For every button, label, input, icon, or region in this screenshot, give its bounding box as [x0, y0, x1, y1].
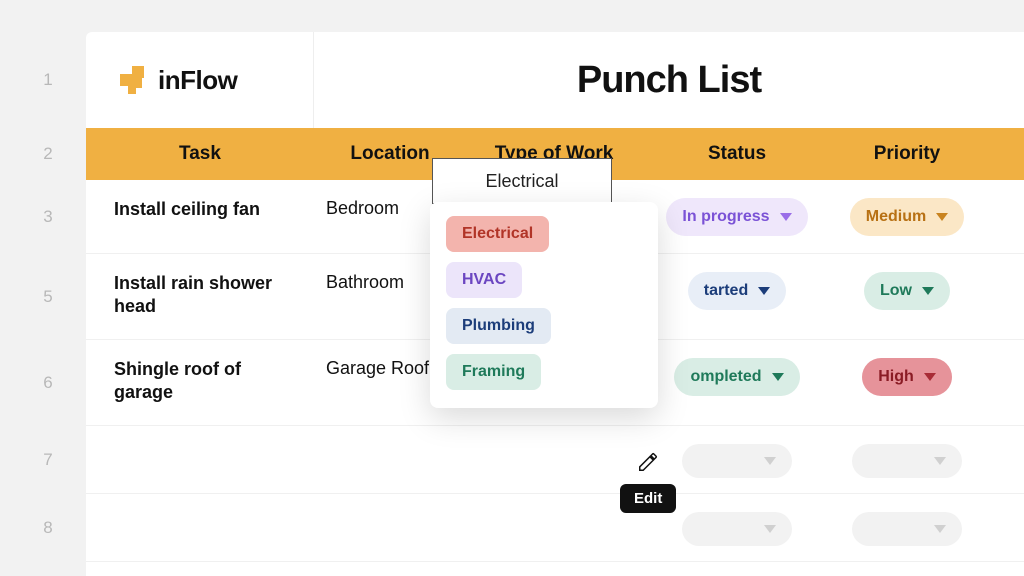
edit-button[interactable]	[628, 446, 668, 478]
priority-pill[interactable]: Medium	[850, 198, 964, 236]
priority-cell[interactable]	[832, 426, 982, 478]
chevron-down-icon	[922, 287, 934, 295]
status-cell[interactable]: ompleted	[642, 340, 832, 396]
status-pill[interactable]: In progress	[666, 198, 807, 236]
priority-cell[interactable]: Low	[832, 254, 982, 310]
type-cell[interactable]	[466, 426, 642, 444]
spreadsheet-view: 1 2 3 5 6 7 8 inFlow Punch	[0, 0, 1024, 576]
priority-pill[interactable]	[852, 444, 962, 478]
chevron-down-icon	[758, 287, 770, 295]
row-number[interactable]: 6	[10, 340, 86, 426]
status-label: ompleted	[690, 368, 761, 386]
row-number[interactable]: 3	[10, 180, 86, 254]
row-number[interactable]: 1	[10, 32, 86, 128]
column-header-priority[interactable]: Priority	[832, 143, 982, 165]
column-header-task[interactable]: Task	[86, 143, 314, 165]
edit-control: Edit	[620, 446, 676, 513]
dropdown-option-electrical[interactable]: Electrical	[446, 216, 549, 252]
status-cell[interactable]: In progress	[642, 180, 832, 236]
type-dropdown[interactable]: Electrical HVAC Plumbing Framing	[430, 202, 658, 408]
inflow-logo-icon	[114, 60, 154, 100]
status-label: In progress	[682, 208, 769, 226]
status-pill[interactable]	[682, 444, 792, 478]
dropdown-option-hvac[interactable]: HVAC	[446, 262, 522, 298]
task-cell[interactable]: Install rain shower head	[86, 254, 314, 317]
active-cell-type[interactable]: Electrical	[432, 158, 612, 204]
priority-cell[interactable]: Medium	[832, 180, 982, 236]
status-cell[interactable]: tarted	[642, 254, 832, 310]
status-pill[interactable]	[682, 512, 792, 546]
task-cell[interactable]	[86, 494, 314, 512]
row-number[interactable]: 5	[10, 254, 86, 340]
priority-pill[interactable]	[852, 512, 962, 546]
priority-pill[interactable]: High	[862, 358, 952, 396]
brand-logo-cell: inFlow	[86, 32, 314, 128]
chevron-down-icon	[936, 213, 948, 221]
chevron-down-icon	[934, 457, 946, 465]
chevron-down-icon	[772, 373, 784, 381]
status-pill[interactable]: ompleted	[674, 358, 799, 396]
row-number[interactable]: 7	[10, 426, 86, 494]
column-header-status[interactable]: Status	[642, 143, 832, 165]
chevron-down-icon	[780, 213, 792, 221]
status-pill[interactable]: tarted	[688, 272, 786, 310]
type-cell[interactable]	[466, 494, 642, 512]
page-title-cell: Punch List	[314, 32, 1024, 128]
row-number[interactable]: 8	[10, 494, 86, 562]
pencil-icon	[637, 451, 659, 473]
header-row: inFlow Punch List	[86, 32, 1024, 128]
location-cell[interactable]	[314, 494, 466, 512]
priority-label: Medium	[866, 208, 926, 226]
edit-tooltip: Edit	[620, 484, 676, 513]
chevron-down-icon	[934, 525, 946, 533]
chevron-down-icon	[764, 525, 776, 533]
table-row[interactable]	[86, 426, 1024, 494]
status-label: tarted	[704, 282, 748, 300]
priority-label: High	[878, 368, 914, 386]
table-row[interactable]	[86, 494, 1024, 562]
page-title: Punch List	[577, 59, 761, 102]
task-cell[interactable]: Install ceiling fan	[86, 180, 314, 221]
priority-pill[interactable]: Low	[864, 272, 950, 310]
row-number-gutter: 1 2 3 5 6 7 8	[10, 32, 86, 562]
priority-cell[interactable]	[832, 494, 982, 546]
chevron-down-icon	[764, 457, 776, 465]
dropdown-option-framing[interactable]: Framing	[446, 354, 541, 390]
dropdown-option-plumbing[interactable]: Plumbing	[446, 308, 551, 344]
task-cell[interactable]	[86, 426, 314, 444]
task-cell[interactable]: Shingle roof of garage	[86, 340, 314, 403]
row-number[interactable]: 2	[10, 128, 86, 180]
location-cell[interactable]	[314, 426, 466, 444]
priority-cell[interactable]: High	[832, 340, 982, 396]
priority-label: Low	[880, 282, 912, 300]
chevron-down-icon	[924, 373, 936, 381]
active-cell-value: Electrical	[485, 171, 558, 192]
brand-name: inFlow	[158, 65, 237, 96]
